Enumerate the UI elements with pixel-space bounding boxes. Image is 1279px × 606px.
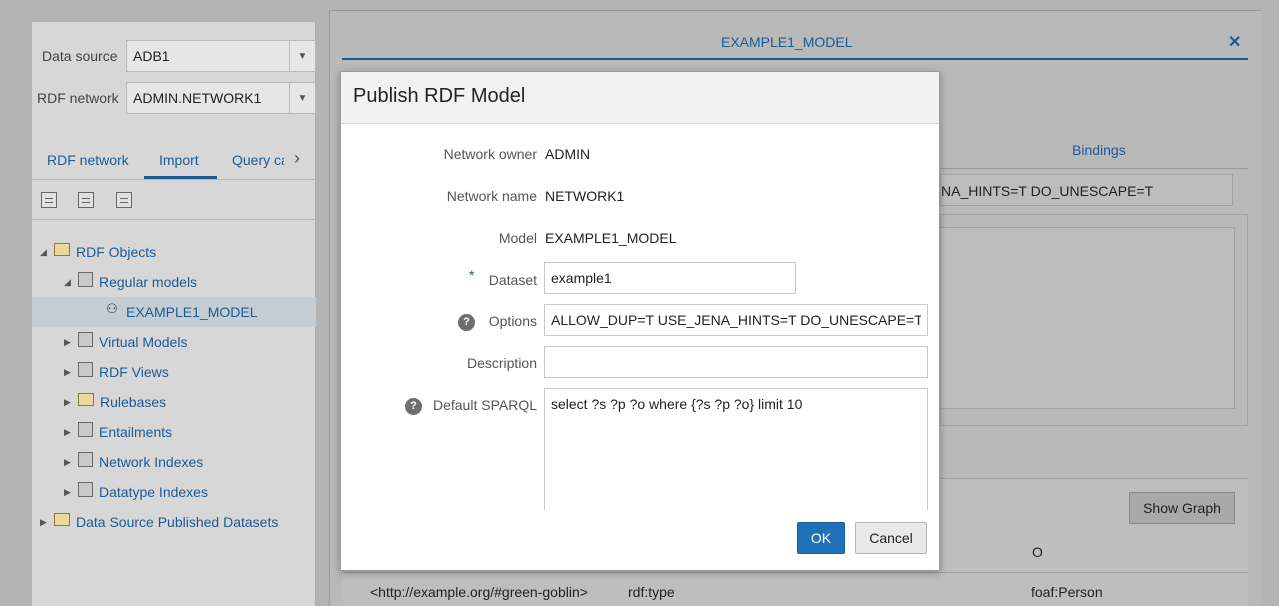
help-icon[interactable]: ?: [458, 314, 475, 331]
collapsed-triangle-icon[interactable]: ▶: [64, 457, 78, 468]
query-editor[interactable]: [940, 227, 1235, 409]
left-toolbar: [32, 182, 316, 220]
tree-item-label: EXAMPLE1_MODEL: [126, 304, 258, 320]
tree-item-label: Entailments: [99, 424, 173, 440]
tab-import[interactable]: Import: [159, 152, 199, 168]
rdf-network-select[interactable]: ADMIN.NETWORK1 ▼: [126, 82, 316, 114]
tree-item-rulebases[interactable]: ▶ Rulebases: [64, 387, 166, 417]
folder-icon: [54, 512, 70, 526]
graph-model-icon: ⚇: [106, 301, 118, 316]
tab-rdf-network[interactable]: RDF network: [47, 152, 129, 168]
tab-divider: [940, 168, 1248, 169]
tree-item-network-indexes[interactable]: ▶ Network Indexes: [64, 447, 203, 477]
tree-item-label: Regular models: [99, 274, 198, 290]
ok-button[interactable]: OK: [797, 522, 845, 554]
expanded-triangle-icon[interactable]: ◢: [40, 247, 54, 258]
options-label: Options: [488, 313, 537, 329]
left-tabs: RDF network Import Query ca ›: [32, 142, 316, 180]
chevron-right-icon[interactable]: ›: [294, 148, 300, 169]
document-tab-indicator: [342, 58, 1248, 60]
options-field-background[interactable]: NA_HINTS=T DO_UNESCAPE=T: [940, 174, 1233, 206]
show-graph-button[interactable]: Show Graph: [1129, 492, 1235, 524]
tree-item-rdf-views[interactable]: ▶ RDF Views: [64, 357, 169, 387]
help-icon[interactable]: ?: [405, 398, 422, 415]
collapsed-triangle-icon[interactable]: ▶: [40, 517, 54, 528]
tree-item-example1-model[interactable]: ⚇ EXAMPLE1_MODEL: [32, 297, 316, 327]
tree-item-regular-models[interactable]: ◢ Regular models: [64, 267, 197, 297]
required-marker: *: [469, 267, 475, 283]
publish-rdf-model-dialog: Publish RDF Model Network owner ADMIN Ne…: [340, 71, 940, 571]
description-label: Description: [466, 355, 537, 371]
result-cell-predicate: rdf:type: [628, 584, 675, 600]
dialog-title: Publish RDF Model: [353, 85, 526, 107]
rdf-network-row: RDF network ADMIN.NETWORK1 ▼: [32, 82, 316, 114]
default-sparql-label: Default SPARQL: [432, 397, 537, 413]
rulebase-icon: [78, 392, 94, 406]
model-label: Model: [498, 230, 537, 246]
tree-item-label: Data Source Published Datasets: [76, 514, 279, 530]
entailment-icon: [78, 421, 93, 437]
data-source-select[interactable]: ADB1 ▼: [126, 40, 316, 72]
collapsed-triangle-icon[interactable]: ▶: [64, 487, 78, 498]
tree-item-entailments[interactable]: ▶ Entailments: [64, 417, 172, 447]
result-cell-subject: <http://example.org/#green-goblin>: [370, 584, 588, 600]
table-icon[interactable]: [116, 192, 132, 208]
document-tab-title[interactable]: EXAMPLE1_MODEL: [721, 34, 853, 50]
tree-item-label: Datatype Indexes: [99, 484, 208, 500]
tree-item-label: Rulebases: [100, 394, 167, 410]
collapsed-triangle-icon[interactable]: ▶: [64, 367, 78, 378]
tree-item-published-datasets[interactable]: ▶ Data Source Published Datasets: [40, 507, 278, 537]
active-tab-indicator: [144, 176, 217, 179]
datatype-index-icon: [78, 481, 93, 497]
tree-item-rdf-objects[interactable]: ◢ RDF Objects: [40, 237, 156, 267]
model-folder-icon: [78, 271, 93, 287]
network-owner-value: ADMIN: [545, 146, 591, 162]
tab-query-cache[interactable]: Query ca: [232, 152, 284, 168]
expanded-triangle-icon[interactable]: ◢: [64, 277, 78, 288]
tab-bindings[interactable]: Bindings: [1072, 142, 1126, 158]
column-header-o: O: [1032, 544, 1043, 560]
model-value: EXAMPLE1_MODEL: [545, 230, 677, 246]
tree-item-datatype-indexes[interactable]: ▶ Datatype Indexes: [64, 477, 208, 507]
dialog-header: Publish RDF Model: [341, 72, 939, 124]
default-sparql-textarea[interactable]: select ?s ?p ?o where {?s ?p ?o} limit 1…: [544, 388, 928, 510]
cancel-button[interactable]: Cancel: [855, 522, 927, 554]
close-icon[interactable]: ✕: [1228, 32, 1241, 52]
network-owner-label: Network owner: [443, 146, 537, 162]
folder-icon: [54, 242, 70, 256]
import-icon[interactable]: [41, 192, 57, 208]
tree-item-label: RDF Views: [99, 364, 169, 380]
results-row-divider: [342, 572, 1248, 573]
network-name-value: NETWORK1: [545, 188, 625, 204]
tree-item-label: Virtual Models: [99, 334, 188, 350]
data-source-row: Data source ADB1 ▼: [32, 40, 316, 72]
virtual-model-icon: [78, 331, 93, 347]
bulk-load-icon[interactable]: [78, 192, 94, 208]
dataset-label: Dataset: [488, 272, 537, 288]
rdf-network-label: RDF network: [37, 90, 119, 106]
options-input[interactable]: [544, 304, 928, 336]
tree-item-virtual-models[interactable]: ▶ Virtual Models: [64, 327, 187, 357]
collapsed-triangle-icon[interactable]: ▶: [64, 337, 78, 348]
result-cell-object: foaf:Person: [1031, 584, 1103, 600]
chevron-down-icon[interactable]: ▼: [289, 41, 315, 71]
left-panel: Data source ADB1 ▼ RDF network ADMIN.NET…: [32, 22, 316, 606]
collapsed-triangle-icon[interactable]: ▶: [64, 397, 78, 408]
data-source-value: ADB1: [133, 48, 170, 64]
data-source-label: Data source: [42, 48, 118, 64]
network-index-icon: [78, 451, 93, 467]
rdf-network-value: ADMIN.NETWORK1: [133, 90, 262, 106]
rdf-view-icon: [78, 361, 93, 377]
chevron-down-icon[interactable]: ▼: [289, 83, 315, 113]
collapsed-triangle-icon[interactable]: ▶: [64, 427, 78, 438]
network-name-label: Network name: [446, 188, 537, 204]
description-input[interactable]: [544, 346, 928, 378]
tree-item-label: Network Indexes: [99, 454, 204, 470]
dataset-input[interactable]: [544, 262, 796, 294]
tree-item-label: RDF Objects: [76, 244, 157, 260]
